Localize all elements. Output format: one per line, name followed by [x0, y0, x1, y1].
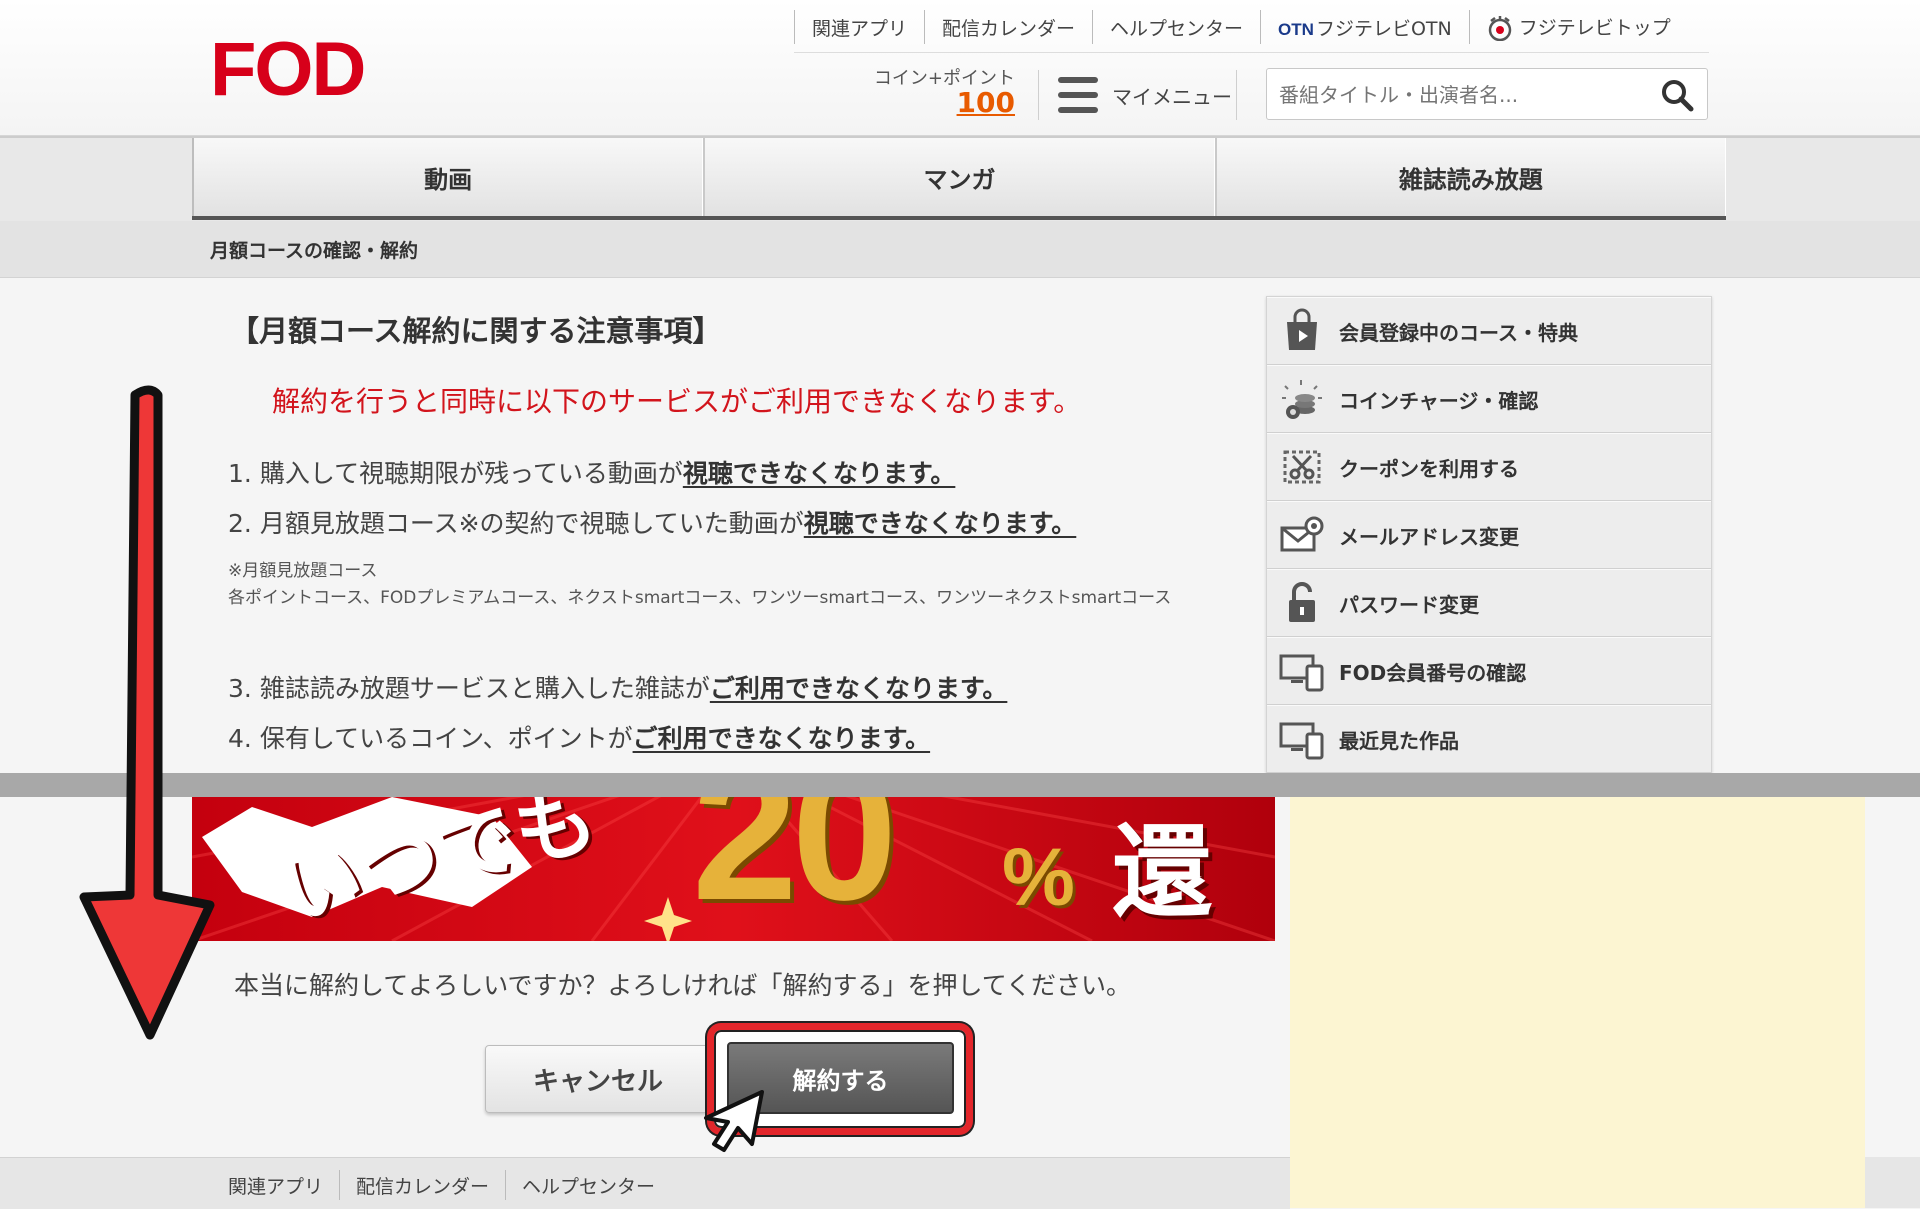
notice-item: 2. 月額見放題コース※の契約で視聴していた動画が視聴できなくなります。 [228, 504, 1076, 540]
account-sidebar: 会員登録中のコース・特典 コインチャージ・確認 クーポンを利用する メールアドレ… [1266, 296, 1712, 774]
my-menu-button[interactable]: マイメニュー [1058, 72, 1232, 118]
my-menu-label: マイメニュー [1112, 84, 1232, 109]
notice-item: 1. 購入して視聴期限が残っている動画が視聴できなくなります。 [228, 454, 955, 490]
footer-bar-right [1865, 1157, 1920, 1208]
tab-videos[interactable]: 動画 [192, 138, 704, 216]
footer-related-apps[interactable]: 関連アプリ [218, 1172, 339, 1199]
sidebar-item-label: コインチャージ・確認 [1339, 388, 1539, 413]
search-box [1266, 68, 1708, 120]
banner-text-percent: % [1002, 832, 1075, 923]
footer-help[interactable]: ヘルプセンター [506, 1172, 671, 1199]
footer-nav: 関連アプリ 配信カレンダー ヘルプセンター [218, 1168, 671, 1202]
course-note: ※月額見放題コース 各ポイントコース、FODプレミアムコース、ネクストsmart… [228, 558, 1213, 612]
hamburger-icon [1058, 77, 1098, 113]
sidebar-item-course[interactable]: 会員登録中のコース・特典 [1267, 297, 1711, 365]
sidebar-item-label: パスワード変更 [1339, 592, 1479, 617]
item-emphasis: 視聴できなくなります。 [803, 509, 1077, 538]
tab-manga[interactable]: マンガ [703, 138, 1215, 216]
item-number: 2. [228, 509, 252, 538]
item-text: 保有しているコイン、ポイントが [259, 724, 633, 753]
mail-settings-icon [1280, 516, 1324, 552]
top-nav-calendar[interactable]: 配信カレンダー [925, 14, 1092, 41]
search-icon[interactable] [1659, 77, 1695, 113]
banner-text-20: 20 [692, 797, 897, 940]
sidebar-item-coins[interactable]: コインチャージ・確認 [1267, 365, 1711, 433]
sidebar-item-label: メールアドレス変更 [1339, 524, 1519, 549]
footer-calendar[interactable]: 配信カレンダー [340, 1172, 505, 1199]
item-number: 3. [228, 674, 252, 703]
top-nav-fujitv-otn[interactable]: OTN フジテレビOTN [1261, 14, 1469, 41]
notice-title: 【月額コース解約に関する注意事項】 [230, 314, 722, 348]
shopping-bag-icon [1287, 308, 1317, 350]
item-emphasis: 視聴できなくなります。 [682, 459, 956, 488]
sidebar-item-label: 会員登録中のコース・特典 [1339, 320, 1578, 345]
notice-item: 4. 保有しているコイン、ポイントがご利用できなくなります。 [228, 719, 930, 755]
coins-icon [1282, 380, 1322, 419]
sidebar-item-label: 最近見た作品 [1339, 728, 1459, 753]
padlock-icon [1289, 582, 1315, 622]
banner-text-kangen: 還元!!! [1112, 814, 1212, 931]
top-nav-fujitv-top[interactable]: フジテレビトップ [1470, 13, 1688, 42]
devices-icon [1279, 654, 1324, 692]
otn-logo: OTN [1278, 19, 1314, 39]
screenshot-splice-divider [0, 773, 1920, 797]
coins-value[interactable]: 100 [850, 86, 1015, 119]
item-text: 雑誌読み放題サービスと購入した雑誌が [259, 674, 710, 703]
scroll-down-arrow-icon [79, 385, 215, 1040]
fod-logo[interactable]: FOD [210, 30, 366, 110]
note-body: 各ポイントコース、FODプレミアムコース、ネクストsmartコース、ワンツーsm… [228, 588, 1172, 608]
item-text: 月額見放題コース※の契約で視聴していた動画が [259, 509, 804, 538]
coupon-icon [1283, 450, 1321, 484]
item-number: 4. [228, 724, 252, 753]
search-input[interactable] [1277, 77, 1651, 113]
item-emphasis: ご利用できなくなります。 [632, 724, 931, 753]
confirm-question: 本当に解約してよろしいですか？よろしければ「解約する」を押してください。 [234, 971, 1132, 1000]
top-nav-related-apps[interactable]: 関連アプリ [795, 14, 924, 41]
sidebar-item-coupon[interactable]: クーポンを利用する [1267, 433, 1711, 501]
header-divider [794, 52, 1709, 53]
sidebar-item-password[interactable]: パスワード変更 [1267, 569, 1711, 637]
note-title: ※月額見放題コース [228, 561, 378, 581]
item-number: 1. [228, 459, 252, 488]
sidebar-item-label: クーポンを利用する [1339, 456, 1519, 481]
devices-icon [1279, 722, 1324, 760]
top-nav-help[interactable]: ヘルプセンター [1093, 14, 1260, 41]
main-nav: 動画 マンガ 雑誌読み放題 [0, 136, 1920, 223]
fujitv-eye-icon [1488, 16, 1511, 42]
item-text: 購入して視聴期限が残っている動画が [259, 459, 683, 488]
breadcrumb: 月額コースの確認・解約 [210, 240, 419, 262]
fujitv-top-label: フジテレビトップ [1518, 16, 1671, 39]
warning-text: 解約を行うと同時に以下のサービスがご利用できなくなります。 [272, 385, 1082, 418]
ad-panel [1290, 797, 1865, 1208]
mouse-cursor-icon [704, 1090, 764, 1152]
tab-magazines[interactable]: 雑誌読み放題 [1214, 138, 1726, 216]
sidebar-item-recent[interactable]: 最近見た作品 [1267, 705, 1711, 773]
promo-banner[interactable]: いつでも 20 % 還元!!! [192, 797, 1275, 941]
notice-item: 3. 雑誌読み放題サービスと購入した雑誌がご利用できなくなります。 [228, 669, 1007, 705]
item-emphasis: ご利用できなくなります。 [709, 674, 1008, 703]
otn-label: フジテレビOTN [1315, 17, 1452, 40]
sidebar-item-label: FOD会員番号の確認 [1339, 660, 1527, 685]
header-separator [1038, 70, 1039, 120]
header-separator [1236, 70, 1237, 120]
cancel-button[interactable]: キャンセル [485, 1045, 711, 1113]
top-nav: 関連アプリ 配信カレンダー ヘルプセンター OTN フジテレビOTN フジテレビト… [794, 8, 1688, 46]
sidebar-item-member-number[interactable]: FOD会員番号の確認 [1267, 637, 1711, 705]
sidebar-item-email[interactable]: メールアドレス変更 [1267, 501, 1711, 569]
